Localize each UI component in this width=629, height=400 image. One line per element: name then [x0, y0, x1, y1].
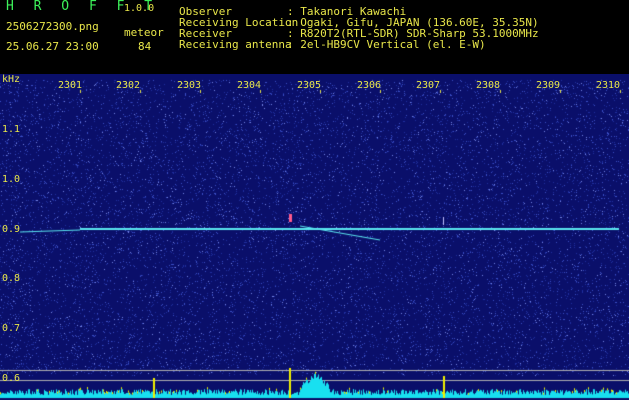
image-filename: 2506272300.png — [6, 20, 99, 33]
antenna-value: : 2el-HB9CV Vertical (el. E-W) — [287, 38, 486, 51]
observation-datetime: 25.06.27 23:00 — [6, 40, 99, 53]
x-tick-label: 2305 — [297, 80, 322, 91]
y-tick-label: 1.1 — [2, 124, 21, 135]
y-tick-label: 0.7 — [2, 323, 21, 334]
meteor-count: 84 — [138, 40, 152, 53]
x-tick-label: 2308 — [476, 80, 501, 91]
x-tick-label: 2304 — [237, 80, 262, 91]
frequency-unit-label: kHz — [2, 74, 21, 85]
antenna-label: Receiving antenna — [179, 38, 292, 51]
x-tick-label: 2306 — [357, 80, 382, 91]
x-tick-label: 2302 — [116, 80, 141, 91]
spectrogram-canvas — [0, 74, 629, 400]
x-tick-label: 2307 — [416, 80, 441, 91]
meteor-label: meteor — [124, 26, 164, 39]
y-tick-label: 0.6 — [2, 373, 21, 384]
x-tick-label: 2309 — [536, 80, 561, 91]
y-tick-label: 1.0 — [2, 174, 21, 185]
x-tick-label: 2301 — [58, 80, 83, 91]
y-tick-label: 0.8 — [2, 273, 21, 284]
x-tick-label: 2310 — [596, 80, 621, 91]
x-tick-label: 2303 — [177, 80, 202, 91]
app-version: 1.0.0 — [124, 3, 155, 14]
y-tick-label: 0.9 — [2, 224, 21, 235]
header-panel: H R O F F T 1.0.0 2506272300.png meteor … — [0, 0, 629, 74]
